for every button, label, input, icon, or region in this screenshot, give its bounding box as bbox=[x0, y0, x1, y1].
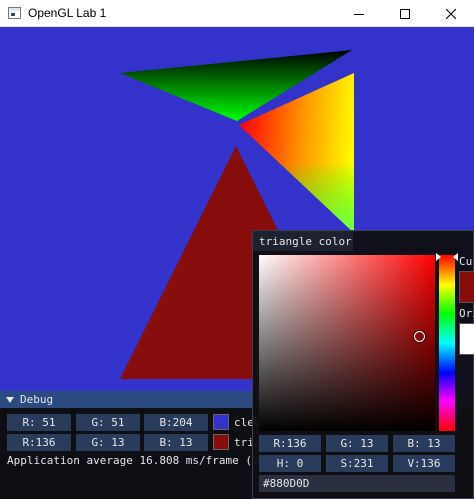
triangle-color-swatch[interactable] bbox=[213, 434, 229, 450]
minimize-icon bbox=[354, 13, 364, 15]
clear-color-g-drag[interactable]: G: 51 bbox=[76, 414, 140, 431]
triangle-color-r-drag[interactable]: R:136 bbox=[7, 434, 71, 451]
picker-b-drag[interactable]: B: 13 bbox=[393, 435, 455, 452]
close-button[interactable] bbox=[428, 0, 474, 27]
debug-title: Debug bbox=[20, 393, 54, 406]
maximize-icon bbox=[400, 8, 410, 19]
triangle-color-picker[interactable]: triangle color Current Original R:136 G:… bbox=[252, 230, 474, 499]
collapse-arrow-icon[interactable] bbox=[6, 396, 14, 403]
picker-h-drag[interactable]: H: 0 bbox=[259, 455, 321, 472]
hex-input[interactable]: #880D0D bbox=[259, 475, 455, 492]
window-title: OpenGL Lab 1 bbox=[28, 6, 107, 20]
current-color-preview bbox=[459, 271, 474, 303]
hue-bar[interactable] bbox=[439, 255, 455, 431]
triangle-color-b-drag[interactable]: B: 13 bbox=[144, 434, 208, 451]
clear-color-swatch[interactable] bbox=[213, 414, 229, 430]
current-label: Current bbox=[459, 255, 474, 268]
saturation-value-square[interactable] bbox=[259, 255, 435, 431]
original-label: Original bbox=[459, 307, 474, 320]
original-color-preview[interactable] bbox=[459, 323, 474, 355]
picker-g-drag[interactable]: G: 13 bbox=[326, 435, 388, 452]
sv-cursor[interactable] bbox=[414, 331, 425, 342]
app-window-icon bbox=[8, 7, 21, 19]
window-title-bar[interactable]: OpenGL Lab 1 bbox=[0, 0, 474, 27]
maximize-button[interactable] bbox=[382, 0, 428, 27]
picker-v-drag[interactable]: V:136 bbox=[393, 455, 455, 472]
picker-r-drag[interactable]: R:136 bbox=[259, 435, 321, 452]
picker-title-bar[interactable]: triangle color bbox=[253, 231, 353, 251]
minimize-button[interactable] bbox=[336, 0, 382, 27]
hue-marker[interactable] bbox=[436, 253, 458, 261]
picker-title: triangle color bbox=[259, 234, 352, 248]
picker-s-drag[interactable]: S:231 bbox=[326, 455, 388, 472]
clear-color-b-drag[interactable]: B:204 bbox=[144, 414, 208, 431]
close-icon bbox=[446, 8, 456, 19]
clear-color-r-drag[interactable]: R: 51 bbox=[7, 414, 71, 431]
window-controls bbox=[336, 0, 474, 27]
triangle-color-g-drag[interactable]: G: 13 bbox=[76, 434, 140, 451]
